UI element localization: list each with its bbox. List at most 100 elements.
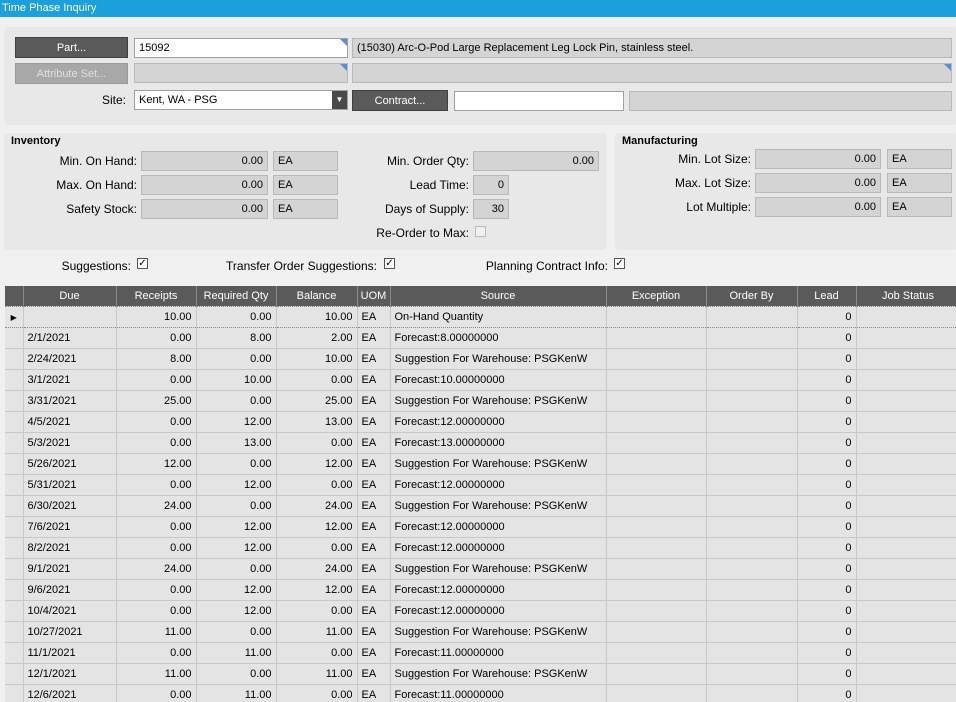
column-header[interactable]: UOM <box>357 286 391 307</box>
table-cell: 2/24/2021 <box>23 348 117 370</box>
table-cell: EA <box>357 411 391 433</box>
row-selector[interactable] <box>5 621 24 643</box>
row-selector[interactable] <box>5 495 24 517</box>
table-cell: 0.00 <box>196 390 277 412</box>
row-selector[interactable] <box>5 369 24 391</box>
row-selector[interactable] <box>5 516 24 538</box>
table-cell: 0.00 <box>196 621 277 643</box>
table-cell <box>706 516 798 538</box>
row-selector[interactable] <box>5 537 24 559</box>
table-cell: 24.00 <box>116 558 197 580</box>
row-selector[interactable] <box>5 600 24 622</box>
planning-contract-label: Planning Contract Info: <box>485 259 608 273</box>
max-lot-size-field[interactable]: 0.00 <box>755 173 881 193</box>
table-cell: EA <box>357 453 391 475</box>
table-cell <box>856 516 956 538</box>
chevron-down-icon[interactable]: ▼ <box>332 91 347 109</box>
contract-button[interactable]: Contract... <box>352 90 448 111</box>
column-header[interactable]: Due <box>23 286 117 307</box>
table-row[interactable]: 12/6/2021 0.00 11.00 0.00 EA Forecast:11.0000… <box>5 684 956 702</box>
row-selector[interactable] <box>5 579 24 601</box>
table-cell: 12.00 <box>196 537 277 559</box>
row-selector[interactable] <box>5 411 24 433</box>
table-cell: Forecast:12.00000000 <box>390 537 607 559</box>
table-row[interactable]: ▶ 10.00 0.00 10.00 EA On-Hand Quantity 0 <box>5 306 956 328</box>
table-row[interactable]: 5/26/2021 12.00 0.00 12.00 EA Suggestion For … <box>5 453 956 475</box>
column-header[interactable]: Balance <box>276 286 358 307</box>
table-cell: 0.00 <box>116 327 197 349</box>
table-row[interactable]: 10/27/2021 11.00 0.00 11.00 EA Suggestion For… <box>5 621 956 643</box>
table-row[interactable]: 3/1/2021 0.00 10.00 0.00 EA Forecast:10.00000… <box>5 369 956 391</box>
table-row[interactable]: 8/2/2021 0.00 12.00 0.00 EA Forecast:12.00000… <box>5 537 956 559</box>
safety-stock-field[interactable]: 0.00 <box>141 199 268 219</box>
table-cell <box>606 327 707 349</box>
row-selector[interactable] <box>5 432 24 454</box>
suggestions-checkbox[interactable]: ✓ <box>137 258 148 269</box>
table-row[interactable]: 11/1/2021 0.00 11.00 0.00 EA Forecast:11.0000… <box>5 642 956 664</box>
min-lot-size-field[interactable]: 0.00 <box>755 149 881 169</box>
table-cell <box>606 411 707 433</box>
table-row[interactable]: 6/30/2021 24.00 0.00 24.00 EA Suggestion For … <box>5 495 956 517</box>
table-row[interactable]: 3/31/2021 25.00 0.00 25.00 EA Suggestion For … <box>5 390 956 412</box>
time-phase-grid[interactable]: Due Receipts Required Qty Balance UOM Source E… <box>5 286 956 702</box>
table-row[interactable]: 5/31/2021 0.00 12.00 0.00 EA Forecast:12.0000… <box>5 474 956 496</box>
row-selector[interactable] <box>5 684 24 702</box>
planning-contract-checkbox[interactable]: ✓ <box>614 258 625 269</box>
table-row[interactable]: 12/1/2021 11.00 0.00 11.00 EA Suggestion For … <box>5 663 956 685</box>
column-header[interactable]: Source <box>390 286 607 307</box>
min-on-hand-field[interactable]: 0.00 <box>141 151 268 171</box>
table-row[interactable]: 2/1/2021 0.00 8.00 2.00 EA Forecast:8.0000000… <box>5 327 956 349</box>
row-selector[interactable] <box>5 642 24 664</box>
days-of-supply-label: Days of Supply: <box>384 202 469 216</box>
row-selector[interactable] <box>5 348 24 370</box>
max-on-hand-field[interactable]: 0.00 <box>141 175 268 195</box>
min-order-qty-field[interactable]: 0.00 <box>473 151 599 171</box>
transfer-suggestions-checkbox[interactable]: ✓ <box>384 258 395 269</box>
table-cell: 5/31/2021 <box>23 474 117 496</box>
days-of-supply-field[interactable]: 30 <box>473 199 509 219</box>
table-cell <box>606 432 707 454</box>
lead-time-field[interactable]: 0 <box>473 175 509 195</box>
table-cell: 0.00 <box>196 495 277 517</box>
table-cell: 0 <box>797 516 857 538</box>
table-cell: 0 <box>797 537 857 559</box>
row-selector-arrow-icon[interactable]: ▶ <box>5 306 24 328</box>
max-on-hand-uom: EA <box>273 175 338 195</box>
row-selector[interactable] <box>5 558 24 580</box>
column-header[interactable]: Lead <box>797 286 857 307</box>
part-button[interactable]: Part... <box>15 37 128 58</box>
table-row[interactable]: 5/3/2021 0.00 13.00 0.00 EA Forecast:13.00000… <box>5 432 956 454</box>
table-cell: 2/1/2021 <box>23 327 117 349</box>
table-cell <box>706 495 798 517</box>
reorder-to-max-checkbox[interactable] <box>475 226 486 237</box>
table-row[interactable]: 10/4/2021 0.00 12.00 0.00 EA Forecast:12.0000… <box>5 600 956 622</box>
row-selector[interactable] <box>5 390 24 412</box>
table-row[interactable]: 9/1/2021 24.00 0.00 24.00 EA Suggestion For W… <box>5 558 956 580</box>
part-field[interactable]: 15092 <box>134 38 348 58</box>
table-cell <box>706 369 798 391</box>
column-header[interactable]: Required Qty <box>196 286 277 307</box>
column-header[interactable]: Receipts <box>116 286 197 307</box>
site-combo[interactable]: Kent, WA - PSG ▼ <box>134 90 348 110</box>
row-selector[interactable] <box>5 327 24 349</box>
column-header[interactable]: Order By <box>706 286 798 307</box>
table-row[interactable]: 9/6/2021 0.00 12.00 12.00 EA Forecast:12.0000… <box>5 579 956 601</box>
table-cell: 10.00 <box>196 369 277 391</box>
table-cell: 0.00 <box>196 453 277 475</box>
table-cell: 10.00 <box>276 348 358 370</box>
column-header[interactable]: Exception <box>606 286 707 307</box>
contract-field[interactable] <box>454 91 624 111</box>
table-cell: 10.00 <box>276 306 358 328</box>
lot-multiple-field[interactable]: 0.00 <box>755 197 881 217</box>
table-cell <box>856 306 956 328</box>
row-selector[interactable] <box>5 663 24 685</box>
table-row[interactable]: 7/6/2021 0.00 12.00 12.00 EA Forecast:12.0000… <box>5 516 956 538</box>
attribute-field[interactable] <box>134 63 348 83</box>
table-row[interactable]: 4/5/2021 0.00 12.00 13.00 EA Forecast:12.0000… <box>5 411 956 433</box>
table-cell <box>606 600 707 622</box>
attribute-set-button[interactable]: Attribute Set... <box>15 63 128 84</box>
row-selector[interactable] <box>5 453 24 475</box>
table-row[interactable]: 2/24/2021 8.00 0.00 10.00 EA Suggestion For W… <box>5 348 956 370</box>
row-selector[interactable] <box>5 474 24 496</box>
column-header[interactable]: Job Status <box>856 286 956 307</box>
